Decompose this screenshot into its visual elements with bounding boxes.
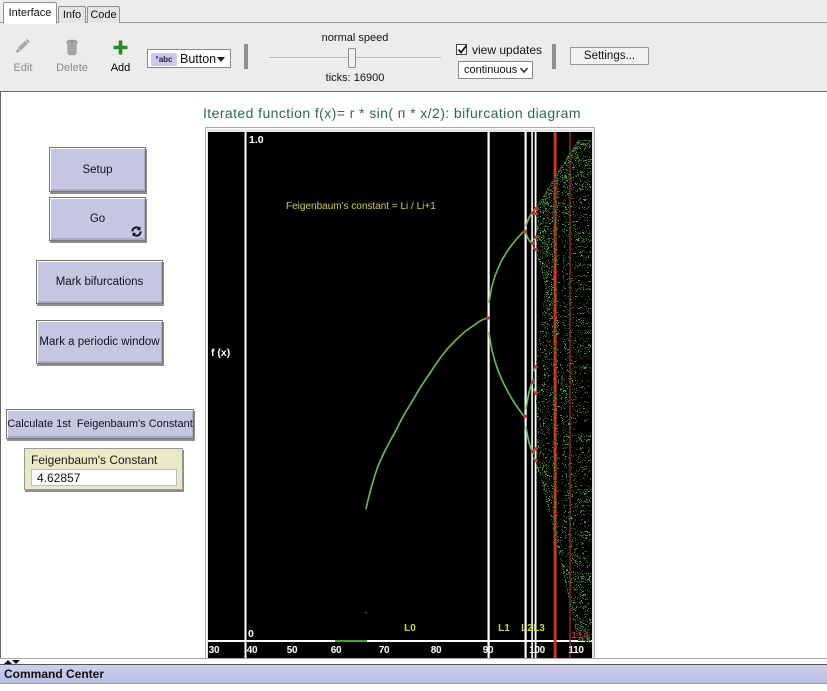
svg-text:L2: L2 (521, 623, 533, 634)
svg-text:80: 80 (431, 645, 442, 656)
svg-text:L0: L0 (404, 623, 416, 634)
svg-text:Feigenbaum's constant = Li / L: Feigenbaum's constant = Li / Li+1 (286, 201, 436, 212)
svg-text:1.0: 1.0 (249, 134, 264, 146)
svg-text:30: 30 (209, 645, 220, 656)
svg-text:90: 90 (483, 645, 494, 656)
svg-text:f (x): f (x) (211, 347, 230, 359)
svg-text:0: 0 (248, 628, 254, 640)
svg-text:40: 40 (247, 645, 258, 656)
svg-text:110: 110 (568, 645, 584, 656)
svg-text:60: 60 (331, 645, 342, 656)
svg-text:L1: L1 (498, 623, 510, 634)
svg-text:70: 70 (379, 645, 390, 656)
svg-text:100: 100 (529, 645, 546, 656)
svg-text:50: 50 (287, 645, 298, 656)
svg-text:114: 114 (571, 631, 589, 642)
svg-text:L3: L3 (533, 623, 545, 634)
